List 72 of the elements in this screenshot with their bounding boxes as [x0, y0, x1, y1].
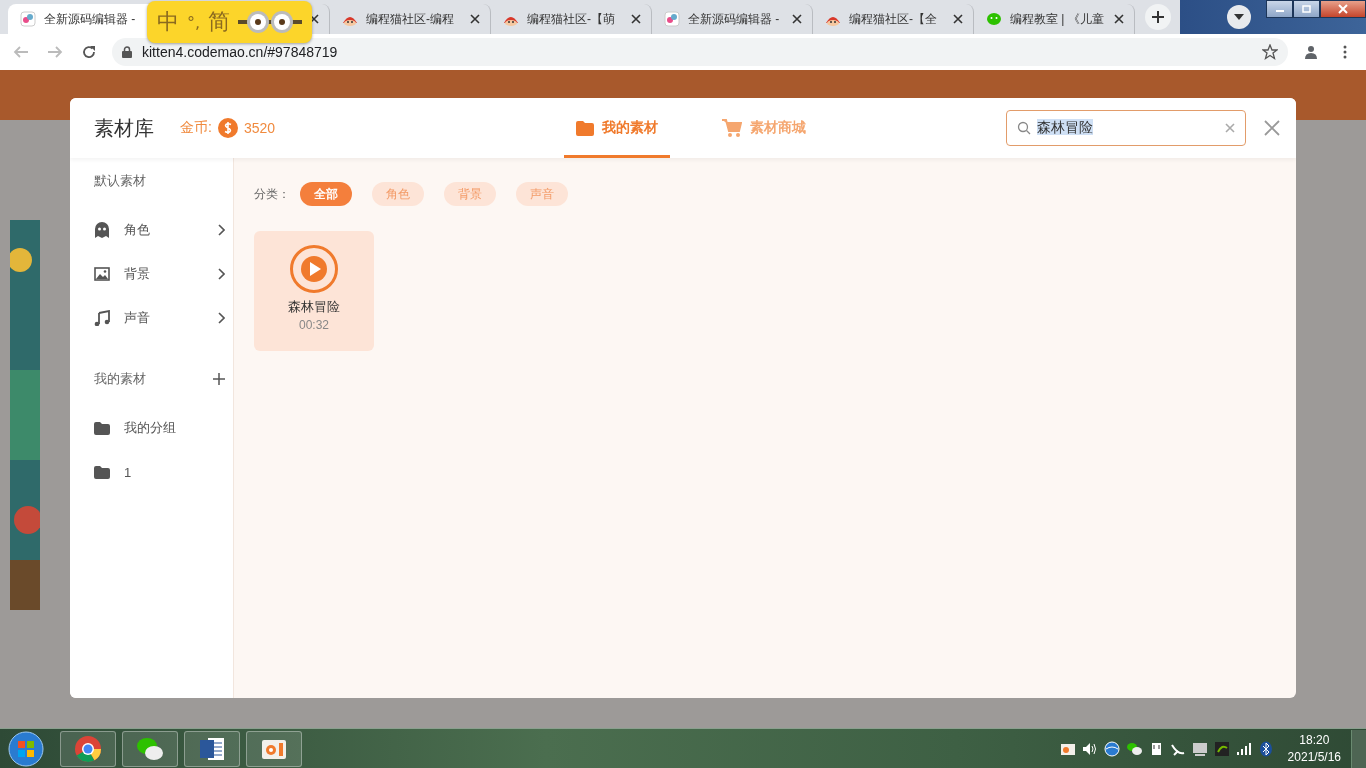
sidebar-item[interactable]: 我的分组: [70, 406, 233, 450]
taskbar-app[interactable]: [184, 730, 240, 767]
tab-search-button[interactable]: [1227, 5, 1251, 29]
sidebar-item[interactable]: 背景: [70, 252, 233, 296]
graphics-card-icon[interactable]: [1213, 740, 1230, 757]
menu-icon: [1343, 45, 1347, 59]
start-button[interactable]: [6, 730, 46, 767]
close-icon: [1264, 120, 1280, 136]
app-icon: [20, 11, 36, 27]
bluetooth-icon[interactable]: [1257, 740, 1274, 757]
close-icon[interactable]: [953, 14, 963, 24]
sidebar-item[interactable]: 1: [70, 450, 233, 494]
close-icon[interactable]: [309, 14, 319, 24]
folder-icon: [94, 421, 110, 435]
restore-icon: [1301, 4, 1312, 14]
image-icon: [94, 267, 110, 281]
dialog-title: 素材库: [94, 115, 154, 141]
coins-label: 金币:: [180, 119, 212, 137]
play-icon[interactable]: [289, 244, 339, 294]
folder-icon: [576, 120, 594, 136]
taskbar-app[interactable]: [122, 730, 178, 767]
coins-value: 3520: [243, 120, 276, 136]
monitor-icon[interactable]: [1191, 740, 1208, 757]
chat-bubble-icon: [986, 11, 1002, 27]
signal-bars-icon[interactable]: [1235, 740, 1252, 757]
close-icon[interactable]: [631, 14, 641, 24]
person-icon: [1304, 45, 1318, 59]
app-icon: [664, 11, 680, 27]
chrome-icon: [74, 734, 102, 763]
section-heading: 我的素材: [94, 370, 146, 388]
back-icon: [13, 44, 29, 60]
taskbar-app[interactable]: [60, 730, 116, 767]
minimize-button[interactable]: [1266, 0, 1293, 18]
asset-name: 森林冒险: [288, 298, 340, 316]
show-desktop-button[interactable]: [1351, 729, 1366, 768]
star-icon[interactable]: [1262, 44, 1278, 60]
sidebar-item[interactable]: 声音: [70, 296, 233, 340]
chat-bubbles-icon[interactable]: [1125, 740, 1142, 757]
sidebar-item[interactable]: 角色: [70, 208, 233, 252]
new-tab-button[interactable]: [1145, 4, 1171, 30]
add-button[interactable]: [213, 373, 225, 385]
cart-icon: [722, 119, 742, 137]
windows-orb-icon: [8, 730, 44, 767]
forward-icon: [47, 44, 63, 60]
ghost-icon: [94, 222, 110, 238]
section-heading: 默认素材: [94, 172, 146, 190]
filter-label: 分类：: [254, 185, 290, 203]
music-note-icon: [94, 310, 110, 326]
lock-icon: [122, 46, 132, 58]
close-icon[interactable]: [1114, 14, 1124, 24]
close-icon[interactable]: [792, 14, 802, 24]
globe-icon[interactable]: [1103, 740, 1120, 757]
taskbar-app[interactable]: [246, 730, 302, 767]
input-method-menu[interactable]: 中 °, 简: [147, 1, 313, 43]
plus-icon: [1152, 11, 1164, 23]
plus-icon: [213, 373, 225, 385]
goggles-icon: [238, 9, 303, 35]
ime-mode-text[interactable]: °,: [187, 12, 201, 32]
folder-icon: [94, 465, 110, 479]
close-icon: [1338, 4, 1348, 14]
caret-icon: [1234, 14, 1244, 20]
dollar-icon: [223, 122, 232, 134]
clock[interactable]: 18:20 2021/5/16: [1287, 731, 1341, 766]
close-button[interactable]: [1320, 0, 1366, 18]
close-icon[interactable]: [470, 14, 480, 24]
restore-button[interactable]: [1293, 0, 1320, 18]
ime-mode-text[interactable]: 简: [208, 7, 231, 37]
reload-icon: [81, 44, 97, 60]
search-icon: [1017, 121, 1031, 135]
asset-duration: 00:32: [299, 318, 329, 332]
sound-card[interactable]: 森林冒险 00:32: [254, 231, 374, 351]
search-field[interactable]: 森林冒险: [1006, 110, 1246, 146]
